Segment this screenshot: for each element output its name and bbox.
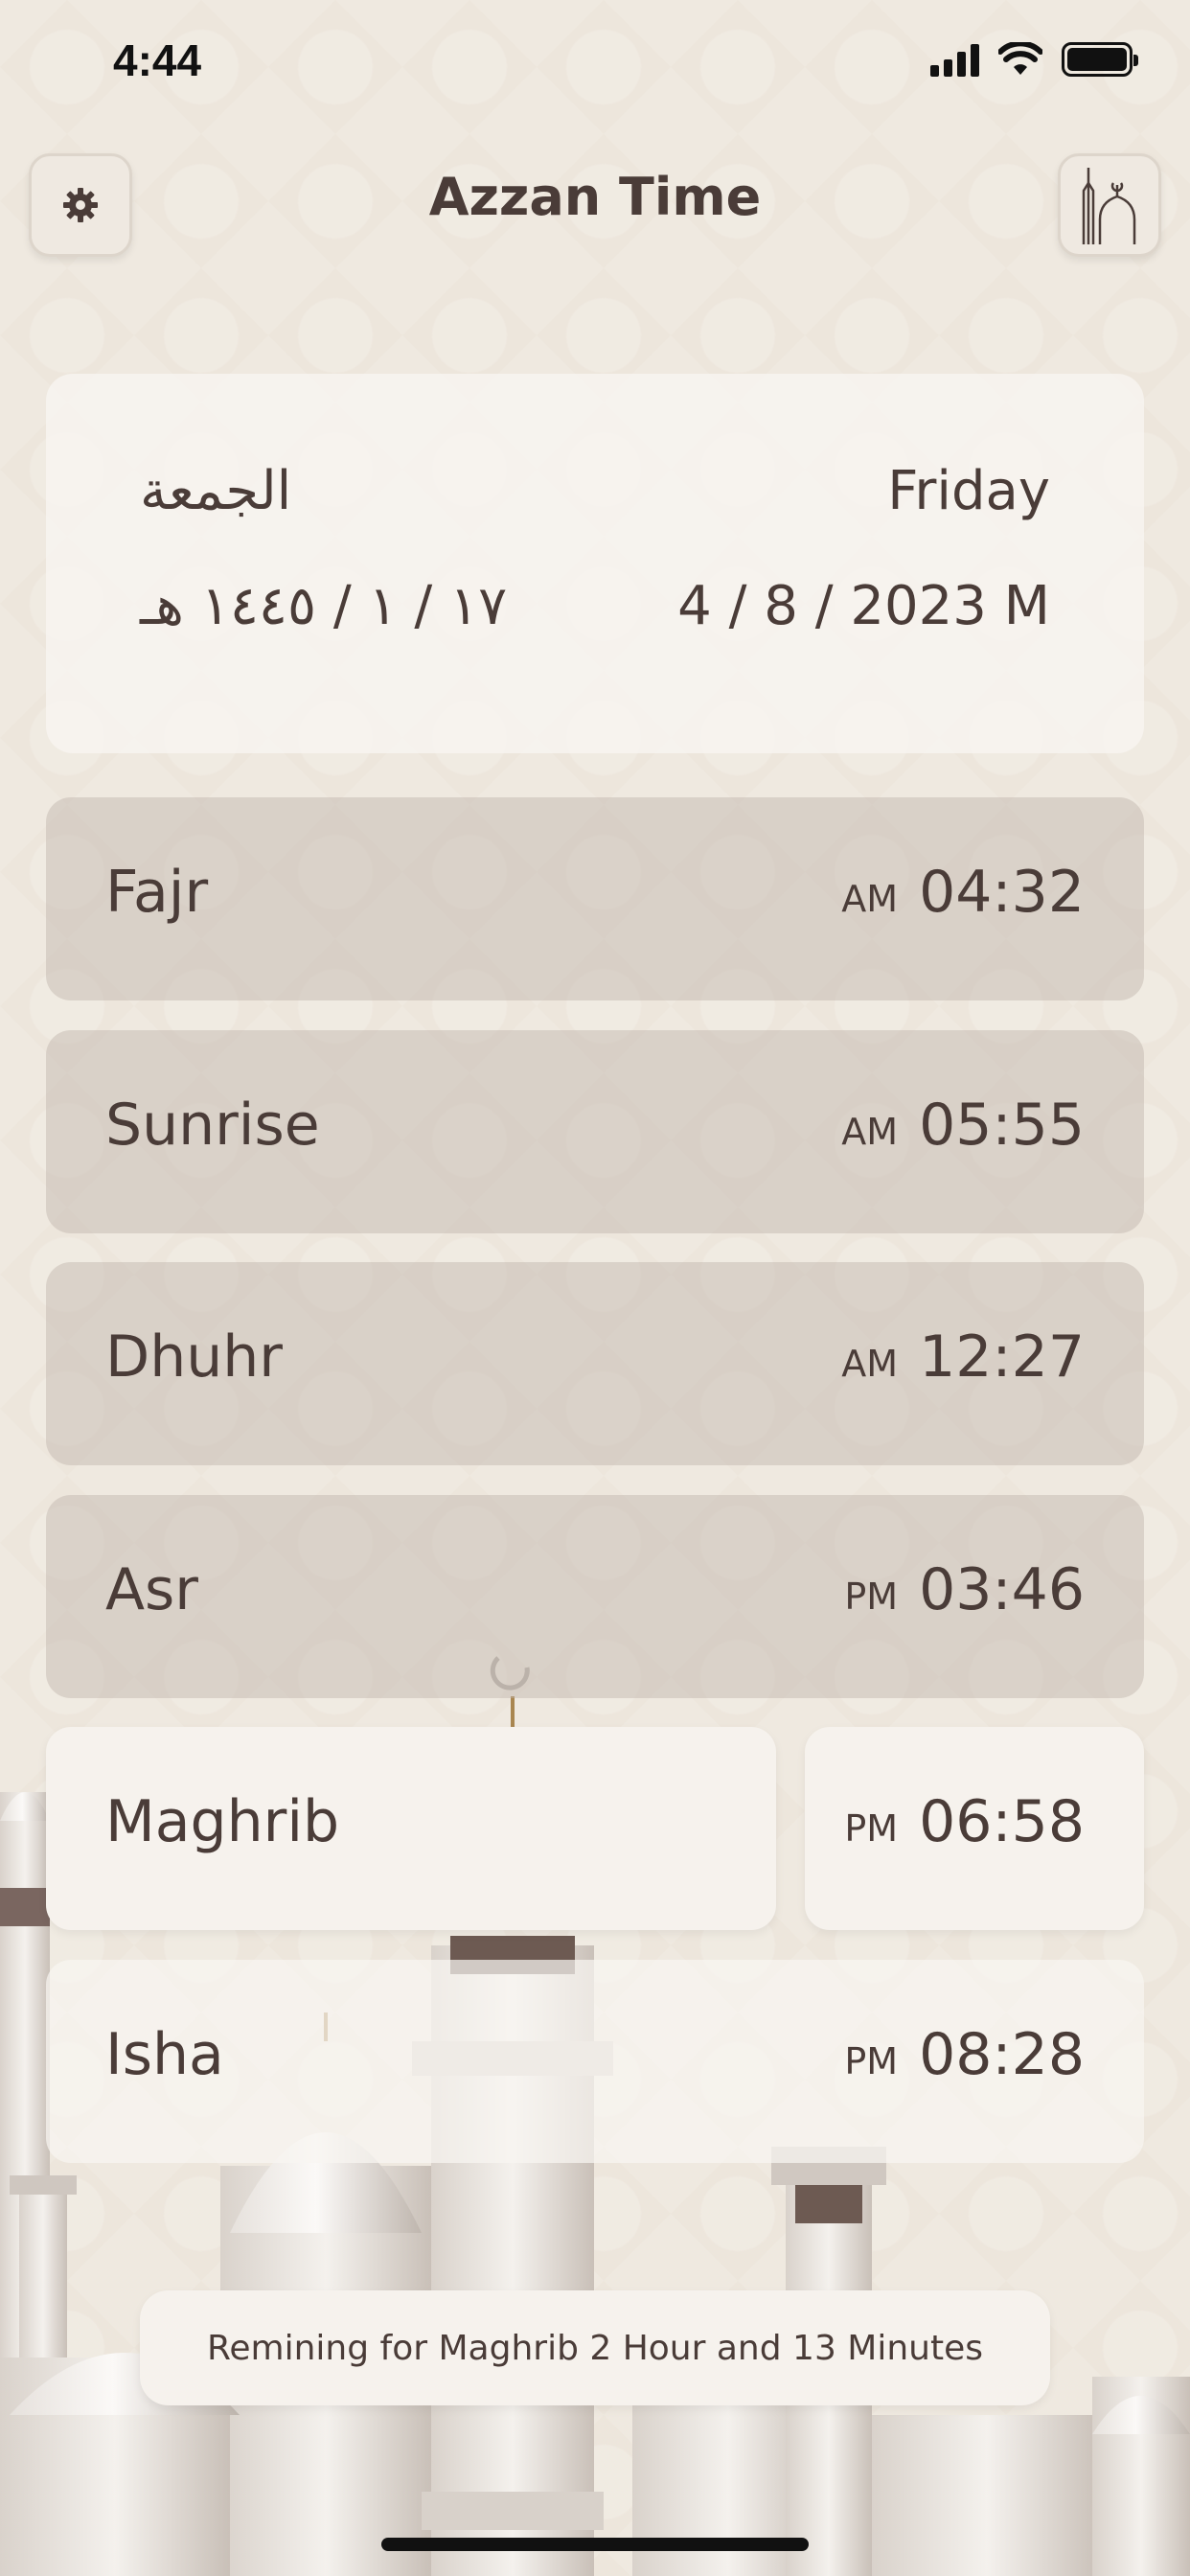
prayer-row-maghrib[interactable]: Maghrib bbox=[46, 1727, 776, 1930]
time-period: AM bbox=[841, 1111, 899, 1153]
page-title: Azzan Time bbox=[428, 167, 762, 227]
status-time: 4:44 bbox=[113, 35, 202, 85]
time-value: 08:28 bbox=[919, 2021, 1085, 2088]
prayer-row-sunrise[interactable]: Sunrise AM 05:55 bbox=[46, 1030, 1144, 1233]
mosque-icon bbox=[1082, 168, 1136, 244]
date-card: الجمعة Friday ١٧ / ١ / ١٤٤٥ هـ 4 / 8 / 2… bbox=[46, 374, 1144, 753]
time-period: PM bbox=[844, 1807, 899, 1850]
cellular-signal-icon bbox=[930, 42, 979, 77]
prayer-row-dhuhr[interactable]: Dhuhr AM 12:27 bbox=[46, 1262, 1144, 1465]
qibla-button[interactable] bbox=[1058, 153, 1161, 257]
time-value: 12:27 bbox=[919, 1323, 1085, 1391]
prayer-name: Fajr bbox=[105, 859, 209, 926]
prayer-name: Sunrise bbox=[105, 1092, 320, 1159]
prayer-time: PM 08:28 bbox=[844, 2021, 1085, 2088]
header: Azzan Time bbox=[0, 153, 1190, 268]
gregorian-date: 4 / 8 / 2023 M bbox=[677, 575, 1050, 637]
prayer-row-fajr[interactable]: Fajr AM 04:32 bbox=[46, 797, 1144, 1000]
prayer-row-isha[interactable]: Isha PM 08:28 bbox=[46, 1960, 1144, 2163]
remaining-time-banner: Remining for Maghrib 2 Hour and 13 Minut… bbox=[140, 2290, 1050, 2405]
time-period: AM bbox=[841, 878, 899, 920]
day-arabic: الجمعة bbox=[140, 460, 292, 522]
time-period: PM bbox=[844, 1576, 899, 1618]
home-indicator[interactable] bbox=[381, 2538, 809, 2551]
time-value: 06:58 bbox=[919, 1788, 1085, 1855]
hijri-date: ١٧ / ١ / ١٤٤٥ هـ bbox=[140, 575, 508, 637]
time-value: 05:55 bbox=[919, 1092, 1085, 1159]
time-period: AM bbox=[841, 1343, 899, 1385]
wifi-icon bbox=[998, 42, 1042, 75]
prayer-time: PM 06:58 bbox=[844, 1788, 1085, 1855]
prayer-name: Dhuhr bbox=[105, 1323, 283, 1391]
battery-icon bbox=[1062, 42, 1138, 77]
status-icons bbox=[930, 42, 1138, 77]
prayer-time: PM 03:46 bbox=[844, 1556, 1085, 1623]
time-period: PM bbox=[844, 2040, 899, 2082]
time-value: 04:32 bbox=[919, 859, 1085, 926]
status-bar: 4:44 bbox=[0, 0, 1190, 125]
prayer-name: Asr bbox=[105, 1556, 198, 1623]
day-english: Friday bbox=[887, 460, 1050, 522]
prayer-time: AM 05:55 bbox=[841, 1092, 1085, 1159]
prayer-row-asr[interactable]: Asr PM 03:46 bbox=[46, 1495, 1144, 1698]
prayer-name: Maghrib bbox=[105, 1788, 340, 1855]
time-value: 03:46 bbox=[919, 1556, 1085, 1623]
prayer-time: AM 04:32 bbox=[841, 859, 1085, 926]
prayer-time: AM 12:27 bbox=[841, 1323, 1085, 1391]
prayer-name: Isha bbox=[105, 2021, 224, 2088]
prayer-row-maghrib-time[interactable]: PM 06:58 bbox=[805, 1727, 1144, 1930]
